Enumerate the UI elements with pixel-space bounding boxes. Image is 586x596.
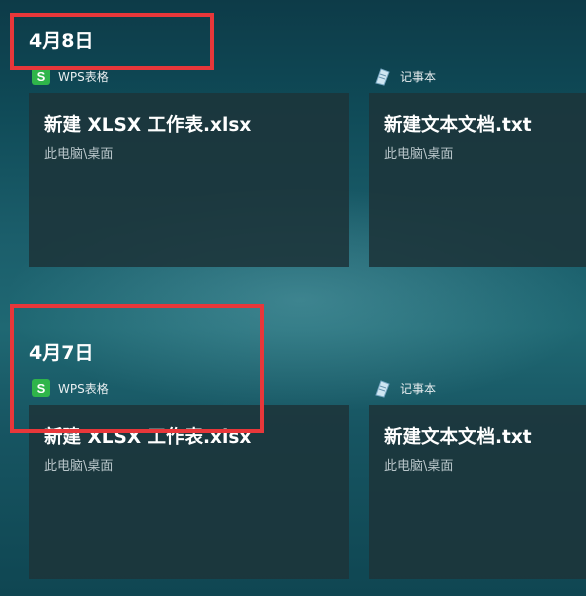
card-path: 此电脑\桌面 bbox=[384, 459, 454, 474]
card-title: 新建文本文档.txt bbox=[384, 427, 532, 448]
activity-card-txt[interactable]: 新建文本文档.txt 此电脑\桌面 bbox=[369, 405, 586, 579]
app-name: 记事本 bbox=[400, 69, 437, 84]
highlight-box bbox=[10, 304, 264, 433]
activity-card-xlsx[interactable]: 新建 XLSX 工作表.xlsx 此电脑\桌面 bbox=[29, 93, 349, 267]
card-path: 此电脑\桌面 bbox=[44, 147, 114, 162]
notepad-icon bbox=[375, 380, 390, 398]
highlight-box bbox=[10, 13, 214, 70]
notepad-icon bbox=[375, 68, 390, 86]
app-label-notepad: 记事本 bbox=[372, 66, 436, 86]
app-name: WPS表格 bbox=[58, 69, 109, 84]
card-title: 新建文本文档.txt bbox=[384, 115, 532, 136]
app-name: 记事本 bbox=[400, 381, 437, 396]
app-label-notepad: 记事本 bbox=[372, 378, 436, 398]
activity-card-txt[interactable]: 新建文本文档.txt 此电脑\桌面 bbox=[369, 93, 586, 267]
timeline-group-apr8: 4月8日 S WPS表格 记事本 新建 XLSX 工作表.xlsx 此电脑\桌面… bbox=[0, 0, 586, 300]
card-path: 此电脑\桌面 bbox=[44, 459, 114, 474]
timeline-group-apr7: 4月7日 S WPS表格 记事本 新建 XLSX 工作表.xlsx 此电脑\桌面… bbox=[0, 300, 586, 596]
card-path: 此电脑\桌面 bbox=[384, 147, 454, 162]
card-title: 新建 XLSX 工作表.xlsx bbox=[44, 115, 252, 136]
